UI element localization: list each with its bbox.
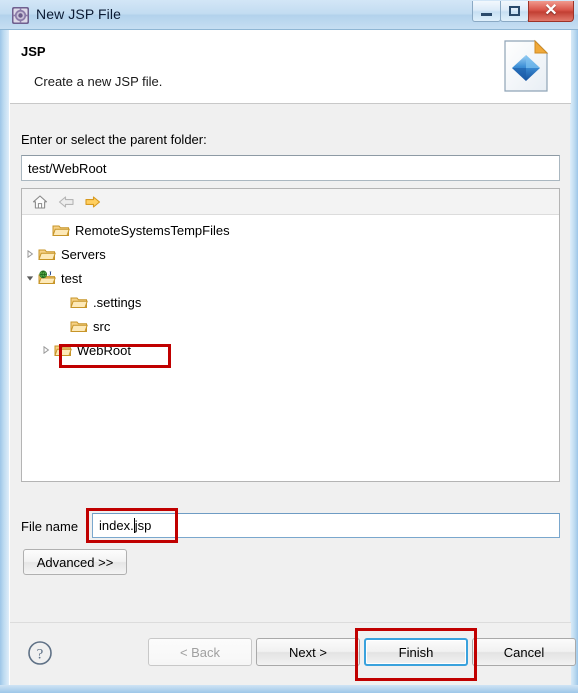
tree-row[interactable]: J test — [22, 266, 559, 290]
tree-item-webroot[interactable]: WebRoot — [22, 338, 559, 362]
twisty-none — [36, 218, 52, 242]
next-button[interactable]: Next > — [256, 638, 360, 666]
parent-folder-input[interactable] — [21, 155, 560, 181]
twisty-none — [54, 314, 70, 338]
file-name-text-before-caret: index. — [99, 517, 134, 533]
parent-folder-label: Enter or select the parent folder: — [21, 132, 207, 147]
dialog-footer: ? < Back Next > Finish Cancel — [10, 622, 576, 685]
folder-icon — [54, 341, 72, 359]
home-icon[interactable] — [29, 192, 51, 212]
folder-icon — [70, 293, 88, 311]
window-title: New JSP File — [36, 6, 121, 22]
web-project-icon: J — [38, 269, 56, 287]
tree-row[interactable]: src — [22, 314, 559, 338]
forward-arrow-icon[interactable] — [81, 192, 103, 212]
window-border-left — [0, 0, 9, 693]
file-name-label: File name — [21, 519, 79, 534]
file-name-input[interactable]: index. jsp — [92, 513, 560, 538]
title-bar[interactable]: New JSP File ✕ — [0, 0, 578, 30]
back-arrow-icon[interactable] — [55, 192, 77, 212]
window-border-right — [570, 0, 578, 693]
folder-icon — [70, 317, 88, 335]
tree-toolbar — [22, 189, 559, 215]
svg-text:?: ? — [37, 647, 44, 663]
advanced-button[interactable]: Advanced >> — [23, 549, 127, 575]
finish-button[interactable]: Finish — [364, 638, 468, 666]
tree-item-label: src — [93, 318, 111, 334]
tree-item-label: .settings — [93, 294, 142, 310]
help-icon[interactable]: ? — [26, 639, 54, 667]
folder-icon — [52, 221, 70, 239]
tree-row[interactable]: RemoteSystemsTempFiles — [22, 218, 559, 242]
restore-icon — [509, 6, 520, 16]
twisty-none — [54, 290, 70, 314]
jsp-wizard-icon — [12, 7, 29, 24]
wizard-content: Enter or select the parent folder: test/… — [10, 105, 571, 639]
folder-tree-panel[interactable]: RemoteSystemsTempFiles Servers J test .s… — [21, 188, 560, 482]
tree-item-label: Servers — [61, 246, 106, 262]
jsp-file-banner-icon — [495, 35, 557, 97]
minimize-button[interactable] — [472, 1, 501, 22]
restore-button[interactable] — [500, 1, 529, 22]
tree-item-label: test — [61, 270, 82, 286]
file-name-text-after-caret: jsp — [134, 517, 152, 533]
wizard-dialog: JSP Create a new JSP file. Enter or sele… — [9, 30, 576, 685]
cancel-button[interactable]: Cancel — [472, 638, 576, 666]
twisty-collapsed-icon[interactable] — [38, 338, 54, 362]
page-title: JSP — [21, 44, 46, 59]
tree-item-label: WebRoot — [77, 342, 131, 358]
twisty-expanded-icon[interactable] — [22, 266, 38, 290]
twisty-collapsed-icon[interactable] — [22, 242, 38, 266]
back-button[interactable]: < Back — [148, 638, 252, 666]
folder-tree: RemoteSystemsTempFiles Servers J test .s… — [22, 216, 559, 362]
tree-item-label: RemoteSystemsTempFiles — [75, 222, 230, 238]
tree-row[interactable]: .settings — [22, 290, 559, 314]
close-icon: ✕ — [544, 2, 558, 19]
tree-row[interactable]: Servers — [22, 242, 559, 266]
wizard-banner: JSP Create a new JSP file. — [10, 30, 571, 104]
dialog-window: New JSP File ✕ JSP Create a new JSP file… — [0, 0, 578, 693]
minimize-icon — [481, 13, 492, 16]
folder-icon — [38, 245, 56, 263]
close-button[interactable]: ✕ — [528, 1, 574, 22]
window-controls: ✕ — [472, 1, 574, 23]
window-border-bottom — [0, 685, 578, 693]
page-description: Create a new JSP file. — [34, 74, 163, 89]
